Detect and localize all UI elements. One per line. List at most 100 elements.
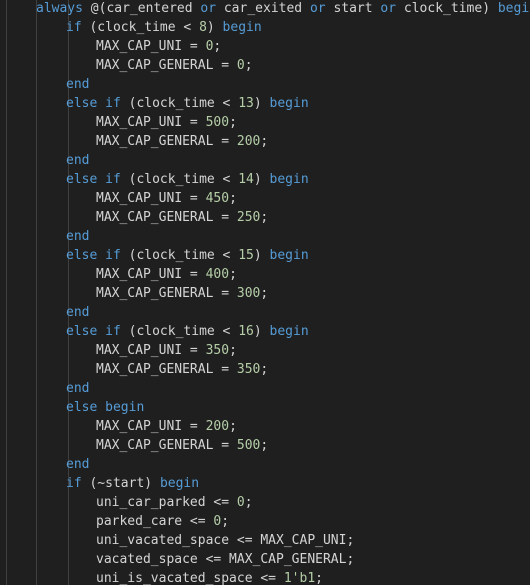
code-token: MAX_CAP_UNI =	[96, 343, 206, 358]
code-line: end	[66, 151, 89, 170]
code-line: MAX_CAP_UNI = 450;	[96, 189, 237, 208]
code-token: 14	[238, 172, 254, 187]
code-token: ;	[315, 571, 323, 585]
code-token: MAX_CAP_GENERAL =	[96, 362, 237, 377]
code-token: vacated_space <= MAX_CAP_GENERAL;	[96, 552, 355, 567]
code-token: 15	[238, 248, 254, 263]
code-token: ;	[260, 210, 269, 225]
code-token: start	[333, 1, 373, 16]
code-line: MAX_CAP_UNI = 500;	[96, 113, 237, 132]
code-token: ;	[221, 514, 230, 529]
code-token: MAX_CAP_UNI =	[96, 115, 206, 130]
code-token: else if	[66, 172, 129, 187]
code-token: MAX_CAP_GENERAL =	[96, 58, 237, 73]
code-token: always	[36, 1, 91, 16]
code-token: 0	[236, 58, 245, 73]
indent-guide	[36, 0, 37, 585]
code-token: if	[66, 20, 90, 35]
code-line: MAX_CAP_UNI = 0;	[96, 37, 221, 56]
code-token: (clock_time <	[128, 96, 239, 111]
code-token: if	[66, 476, 90, 491]
code-line: uni_vacated_space <= MAX_CAP_UNI;	[96, 531, 354, 550]
code-line: always @(car_entered or car_exited or st…	[36, 0, 530, 18]
code-token: car_exited	[223, 1, 303, 16]
code-editor[interactable]: always @(car_entered or car_exited or st…	[0, 0, 530, 585]
code-token: ;	[213, 39, 222, 54]
code-token: 200	[205, 419, 230, 434]
code-token: else if	[66, 324, 129, 339]
code-token: 450	[205, 191, 230, 206]
code-token: begin	[269, 324, 309, 339]
code-token: or	[192, 1, 224, 16]
code-token: (clock_time <	[89, 20, 200, 35]
code-token: 300	[236, 286, 261, 301]
code-line: else begin	[66, 398, 144, 417]
code-token: end	[66, 457, 90, 472]
code-token: MAX_CAP_UNI =	[96, 419, 206, 434]
code-token: ;	[229, 343, 237, 358]
code-token: begin	[269, 172, 309, 187]
code-token: clock_time	[403, 1, 483, 16]
code-line: else if (clock_time < 13) begin	[66, 94, 309, 113]
code-token: 500	[236, 438, 261, 453]
code-token: MAX_CAP_UNI =	[96, 191, 206, 206]
code-token: begin	[222, 20, 262, 35]
code-line: if (~start) begin	[66, 474, 199, 493]
code-token: MAX_CAP_GENERAL =	[96, 286, 237, 301]
code-line: MAX_CAP_GENERAL = 250;	[96, 208, 268, 227]
code-token: uni_vacated_space <= MAX_CAP_UNI;	[96, 533, 355, 548]
code-token: )	[482, 1, 498, 16]
code-token: else if	[66, 96, 129, 111]
code-line: MAX_CAP_GENERAL = 200;	[96, 132, 268, 151]
code-line: uni_car_parked <= 0;	[96, 493, 253, 512]
code-line: MAX_CAP_UNI = 400;	[96, 265, 237, 284]
code-token: ;	[260, 134, 269, 149]
code-line: MAX_CAP_GENERAL = 0;	[96, 56, 253, 75]
code-token: ;	[229, 115, 237, 130]
code-token: or	[372, 1, 404, 16]
code-token: 13	[238, 96, 254, 111]
code-line: end	[66, 379, 89, 398]
code-token: ;	[260, 286, 269, 301]
code-token: end	[66, 381, 90, 396]
code-token: begin	[159, 476, 200, 491]
code-token: 350	[205, 343, 230, 358]
code-token: @(	[90, 1, 107, 16]
code-token: 350	[236, 362, 261, 377]
code-token: 500	[205, 115, 230, 130]
code-token: end	[66, 305, 90, 320]
code-token: (clock_time <	[128, 248, 239, 263]
code-token: begin	[497, 1, 530, 16]
code-token: begin	[269, 96, 309, 111]
code-line: uni_is_vacated_space <= 1'b1;	[96, 569, 323, 585]
code-token: )	[253, 324, 270, 339]
code-line: vacated_space <= MAX_CAP_GENERAL;	[96, 550, 354, 569]
code-token: 1'b1	[283, 571, 316, 585]
code-line: end	[66, 227, 89, 246]
code-token: 0	[236, 495, 245, 510]
code-token: (clock_time <	[128, 324, 239, 339]
code-token: )	[206, 20, 223, 35]
code-line: parked_care <= 0;	[96, 512, 229, 531]
code-token: )	[253, 96, 270, 111]
code-token: 16	[238, 324, 254, 339]
code-line: else if (clock_time < 14) begin	[66, 170, 309, 189]
code-token: else if	[66, 248, 129, 263]
code-line: if (clock_time < 8) begin	[66, 18, 262, 37]
code-token: end	[66, 77, 90, 92]
code-token: ;	[244, 58, 253, 73]
code-line: MAX_CAP_UNI = 350;	[96, 341, 237, 360]
code-token: 200	[236, 134, 261, 149]
code-token: MAX_CAP_UNI =	[96, 39, 206, 54]
code-line: MAX_CAP_GENERAL = 300;	[96, 284, 268, 303]
code-token: end	[66, 229, 90, 244]
code-token: MAX_CAP_GENERAL =	[96, 134, 237, 149]
code-token: (clock_time <	[128, 172, 239, 187]
code-token: else begin	[66, 400, 145, 415]
code-token: uni_is_vacated_space <=	[96, 571, 284, 585]
code-token: or	[302, 1, 334, 16]
code-token: end	[66, 153, 90, 168]
code-token: ;	[229, 419, 237, 434]
code-token: parked_care <=	[96, 514, 214, 529]
code-token: MAX_CAP_GENERAL =	[96, 438, 237, 453]
